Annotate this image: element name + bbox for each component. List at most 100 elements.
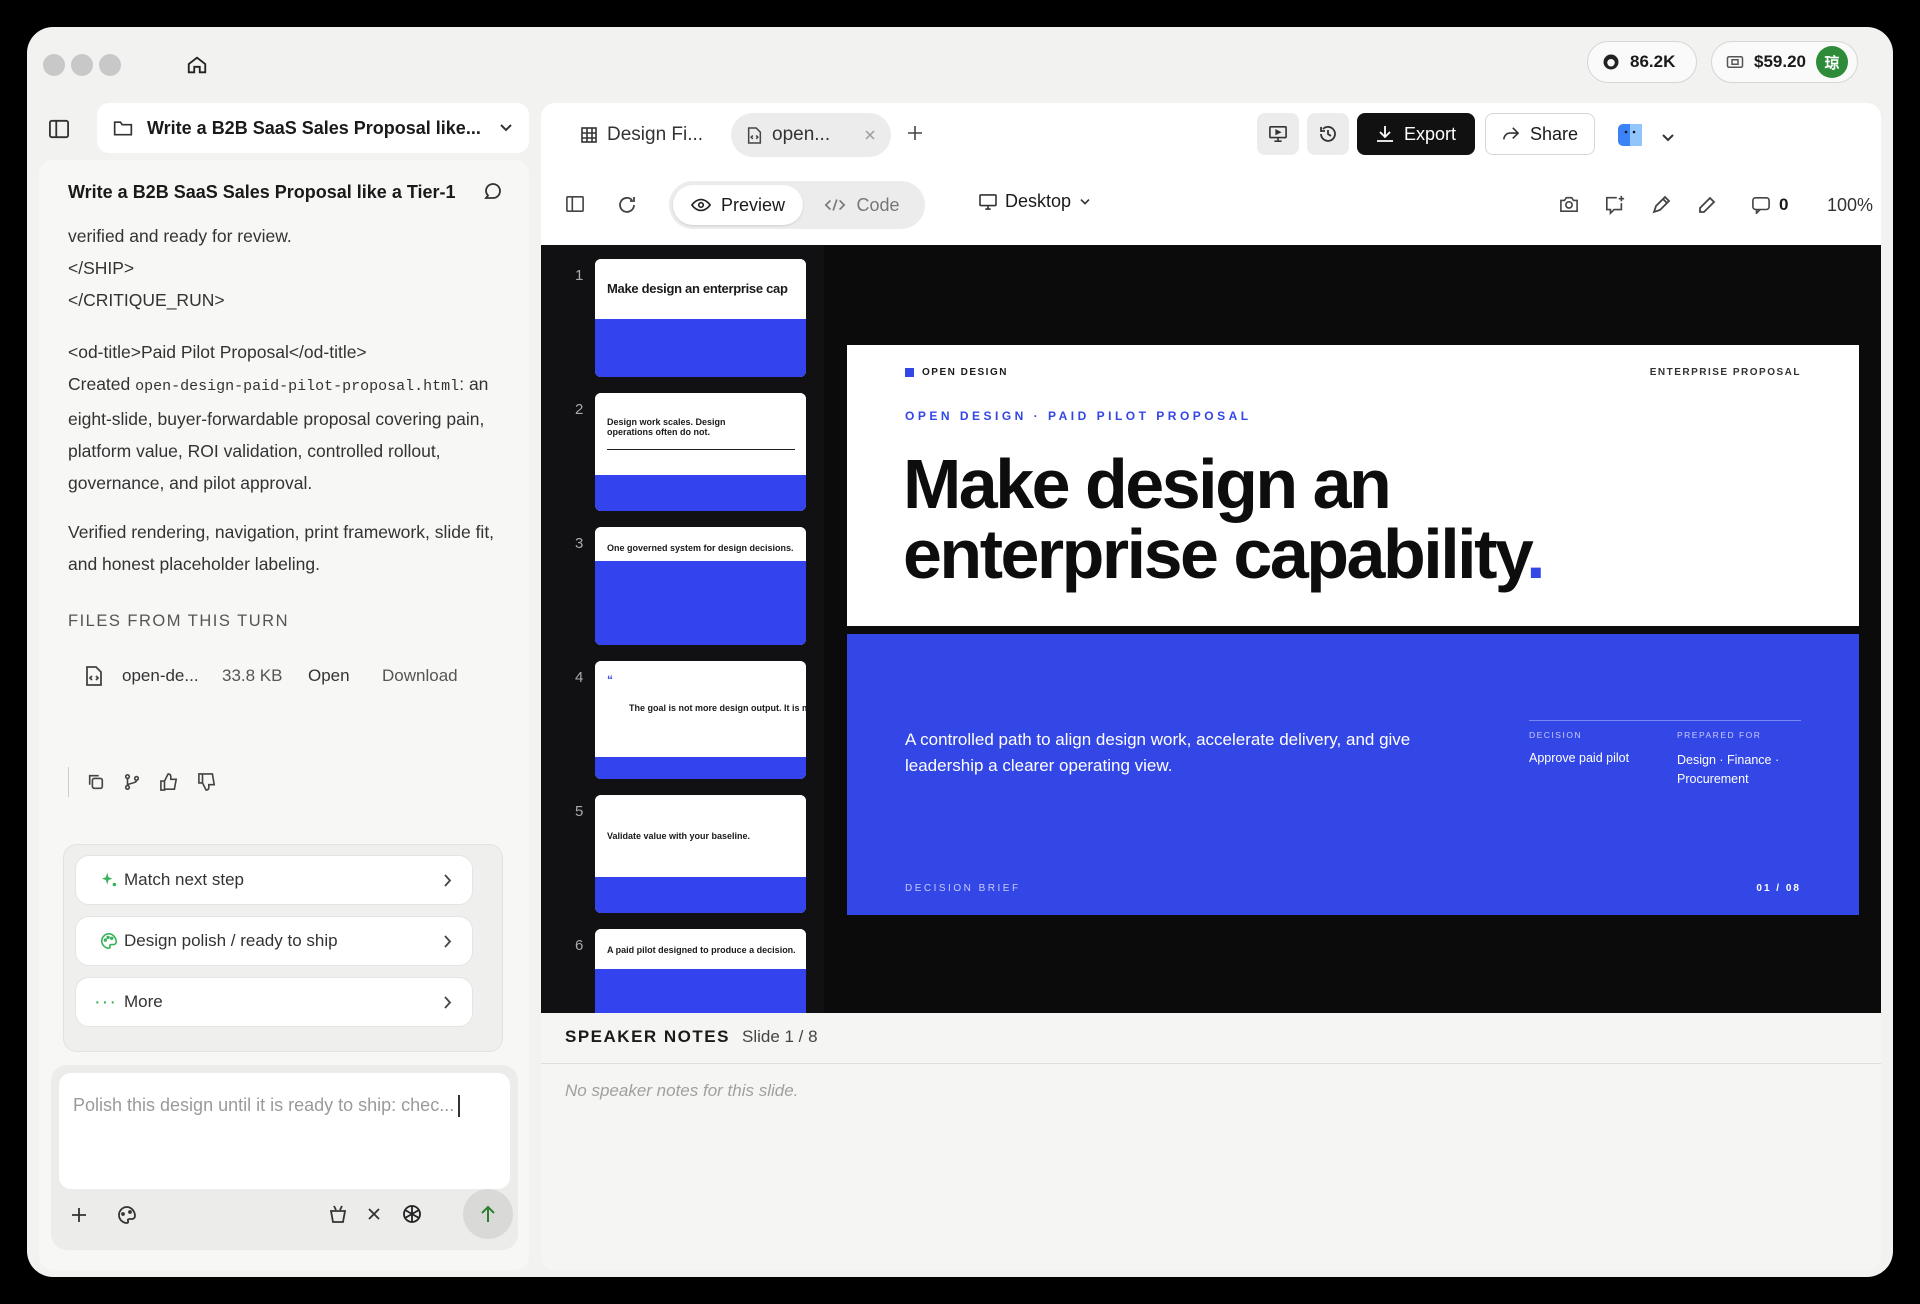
close-tab-icon[interactable] (865, 130, 875, 140)
suggestion-label: More (124, 992, 163, 1011)
slide-headline-line-2: enterprise capability (903, 515, 1529, 593)
file-row: open-de... 33.8 KB Open Download (68, 654, 498, 698)
thumbnail-slide-2[interactable]: Design work scales. Design operations of… (595, 393, 806, 511)
suggestion-match-next-step[interactable]: Match next step (75, 855, 473, 905)
thumbnail-title: One governed system for design decisions… (607, 543, 794, 553)
copy-icon[interactable] (87, 773, 105, 791)
chevron-right-icon (444, 995, 452, 1009)
slide-brand: OPEN DESIGN (905, 367, 1008, 378)
draw-icon[interactable] (1651, 195, 1671, 215)
code-file-icon (82, 666, 106, 686)
reload-icon[interactable] (617, 195, 637, 215)
zoom-window-button[interactable] (99, 54, 121, 76)
file-download-button[interactable]: Download (382, 666, 458, 686)
slide-tag: ENTERPRISE PROPOSAL (1649, 367, 1801, 378)
add-comment-icon[interactable] (1605, 195, 1625, 215)
comment-icon[interactable] (483, 182, 503, 202)
remove-agent-icon[interactable] (367, 1207, 381, 1221)
add-attachment-icon[interactable] (71, 1207, 87, 1223)
present-icon (1268, 125, 1288, 143)
code-icon (824, 198, 846, 212)
speaker-notes-header: SPEAKER NOTES Slide 1 / 8 (565, 1027, 818, 1047)
conversation-title-bar: Write a B2B SaaS Sales Proposal like a T… (39, 160, 529, 224)
thumbnail-number: 5 (575, 803, 584, 820)
balance-button[interactable]: $59.20 琼 (1711, 41, 1858, 83)
thumbs-down-icon[interactable] (197, 773, 217, 791)
avatar[interactable]: 琼 (1816, 46, 1848, 78)
message-input[interactable]: Polish this design until it is ready to … (59, 1073, 510, 1189)
device-label: Desktop (1005, 191, 1072, 211)
share-button[interactable]: Share (1485, 113, 1595, 155)
thumbnail-slide-3[interactable]: One governed system for design decisions… (595, 527, 806, 645)
thumbnail-number: 3 (575, 535, 584, 552)
send-button[interactable] (463, 1189, 513, 1239)
chevron-down-icon[interactable] (1661, 133, 1675, 143)
thumbnail-number: 2 (575, 401, 584, 418)
file-name[interactable]: open-de... (122, 666, 222, 686)
message-od-title: <od-title>Paid Pilot Proposal</od-title> (68, 342, 367, 362)
thumbnail-slide-4[interactable]: “The goal is not more design output. It … (595, 661, 806, 779)
edit-icon[interactable] (1697, 195, 1717, 215)
chat-panel: verified and ready for review. </SHIP> <… (39, 160, 529, 1270)
finder-icon[interactable] (1617, 123, 1643, 147)
history-button[interactable] (1307, 113, 1349, 155)
suggestion-more[interactable]: ··· More (75, 977, 473, 1027)
device-selector[interactable]: Desktop (979, 191, 1091, 212)
share-label: Share (1529, 123, 1579, 144)
tab-label: Design Fi... (607, 124, 704, 145)
palette-icon (94, 932, 124, 950)
monitor-icon (979, 193, 997, 210)
file-open-button[interactable]: Open (308, 666, 382, 686)
code-toggle[interactable]: Code (803, 185, 921, 225)
code-label: Code (856, 194, 900, 215)
decision-value: Approve paid pilot (1529, 751, 1630, 765)
slide-page-number: 01 / 08 (1756, 883, 1801, 894)
sidebar-toggle-icon[interactable] (45, 115, 73, 143)
home-icon[interactable] (183, 51, 211, 79)
github-stars-button[interactable]: 86.2K (1587, 41, 1697, 83)
slide-subtitle: A controlled path to align design work, … (905, 730, 1411, 775)
comments-counter[interactable]: 0 (1751, 195, 1788, 215)
speaker-notes-empty[interactable]: No speaker notes for this slide. (565, 1081, 798, 1101)
minimize-window-button[interactable] (71, 54, 93, 76)
eye-icon (690, 198, 711, 212)
message-created: Created open-design-paid-pilot-proposal.… (68, 368, 508, 499)
message-actions (68, 767, 217, 797)
thumbnail-title: A paid pilot designed to produce a decis… (607, 945, 796, 955)
composer: Polish this design until it is ready to … (51, 1065, 518, 1250)
suggestion-design-polish[interactable]: Design polish / ready to ship (75, 916, 473, 966)
toggle-panel-icon[interactable] (565, 195, 585, 213)
preview-toggle[interactable]: Preview (673, 185, 803, 225)
conversation-selector[interactable]: Write a B2B SaaS Sales Proposal like... (97, 103, 529, 153)
thumbs-up-icon[interactable] (159, 773, 179, 791)
tab-design-files[interactable]: Design Fi... (565, 113, 719, 157)
export-button[interactable]: Export (1357, 113, 1475, 155)
present-button[interactable] (1257, 113, 1299, 155)
thumbnail-slide-5[interactable]: Validate value with your baseline. (595, 795, 806, 913)
thumbnail-slide-1[interactable]: Make design an enterprise cap (595, 259, 806, 377)
tab-open-file[interactable]: open... (731, 113, 891, 157)
agent-icon[interactable] (327, 1203, 349, 1225)
file-size: 33.8 KB (222, 666, 283, 685)
files-heading: FILES FROM THIS TURN (68, 612, 289, 630)
suggestion-label: Design polish / ready to ship (124, 931, 338, 950)
github-stars-count: 86.2K (1630, 52, 1676, 71)
prepared-value: Design · Finance · Procurement (1677, 753, 1780, 786)
new-tab-icon[interactable] (907, 125, 923, 141)
slide-headline: Make design an enterprise capability. (903, 449, 1546, 589)
close-window-button[interactable] (43, 54, 65, 76)
speaker-notes-slide-label: Slide 1 / 8 (741, 1027, 818, 1046)
preview-label: Preview (720, 194, 786, 215)
zoom-level[interactable]: 100% (1827, 195, 1873, 216)
github-icon (1602, 53, 1620, 71)
thumbnail-number: 6 (575, 937, 584, 954)
palette-icon[interactable] (117, 1205, 137, 1225)
model-icon[interactable] (401, 1203, 423, 1225)
sparkle-icon (94, 871, 124, 889)
slide-header: OPEN DESIGN ENTERPRISE PROPOSAL OPEN DES… (847, 345, 1859, 626)
thumbnail-slide-6[interactable]: A paid pilot designed to produce a decis… (595, 929, 806, 1013)
branch-icon[interactable] (123, 773, 141, 791)
slide-footer-left: DECISION BRIEF (905, 883, 1021, 894)
camera-icon[interactable] (1559, 195, 1579, 213)
suggestion-label: Match next step (124, 870, 245, 889)
